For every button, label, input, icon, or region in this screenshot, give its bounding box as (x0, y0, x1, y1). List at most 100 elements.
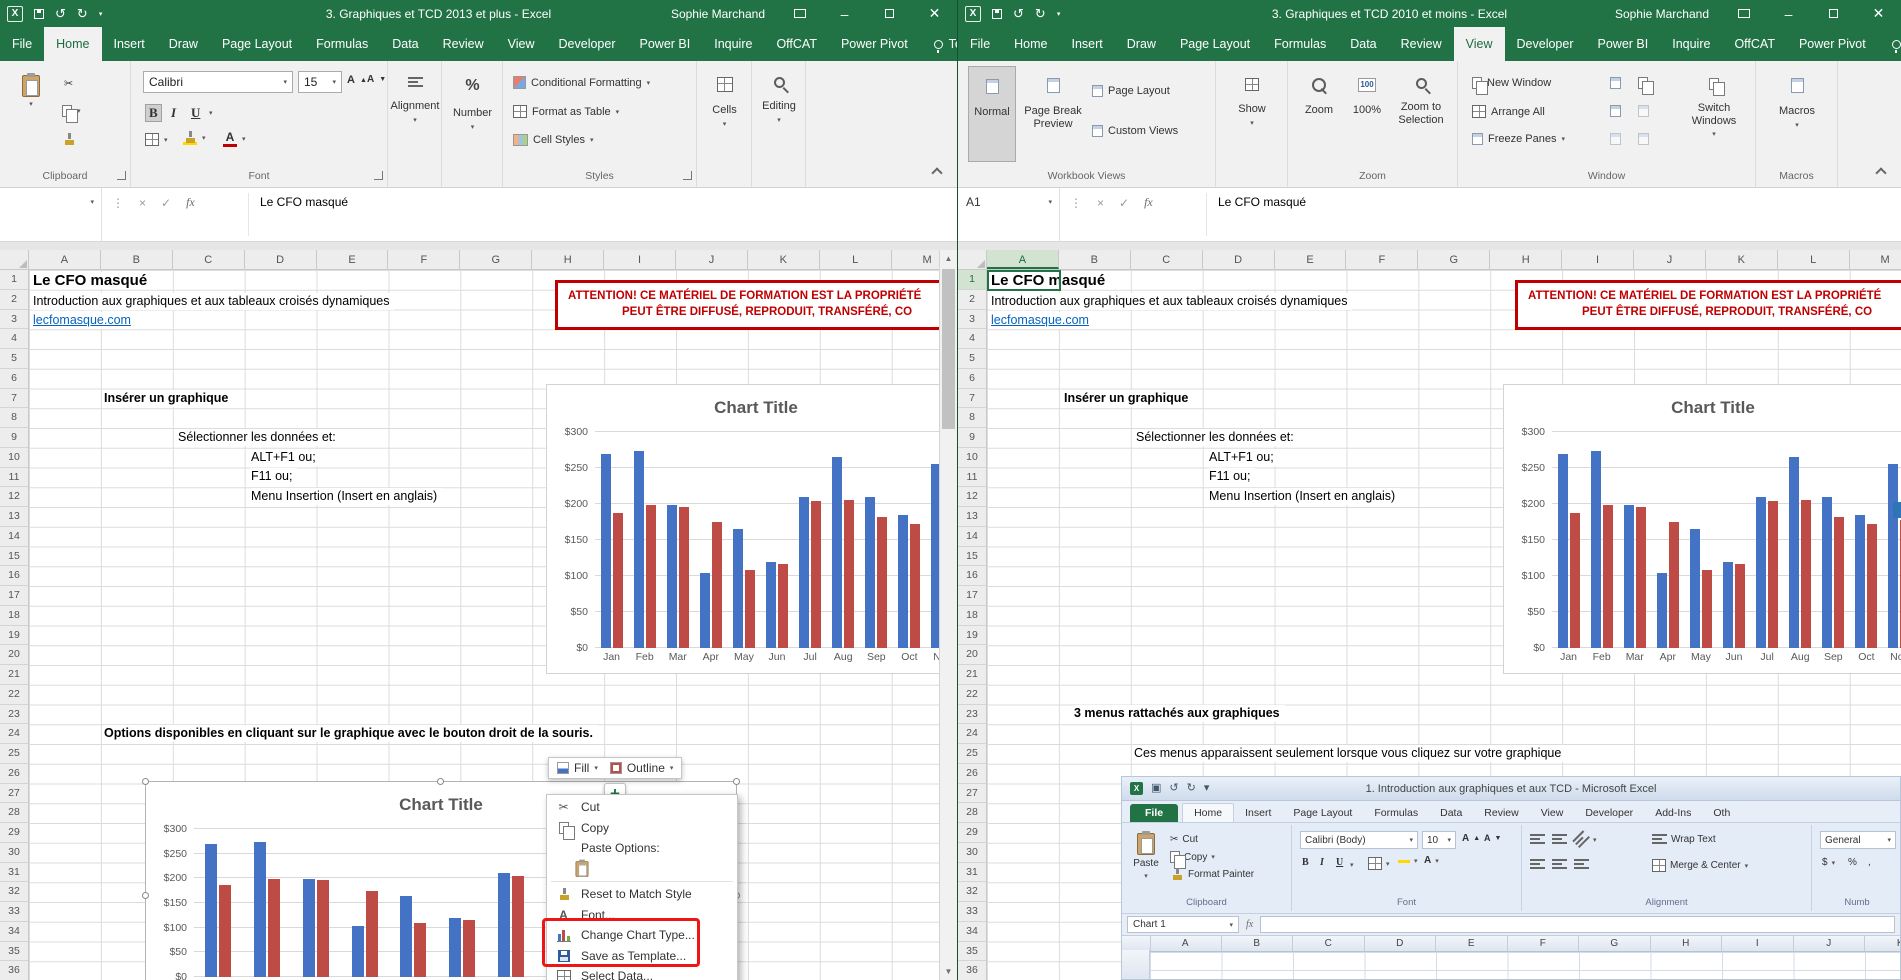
row-header[interactable]: 5 (0, 349, 28, 369)
zoom-100-button[interactable]: 100100% (1344, 66, 1390, 162)
ribbon-tab[interactable]: Developer (1505, 27, 1586, 61)
row-header[interactable]: 30 (958, 843, 986, 863)
hide-button[interactable] (1610, 105, 1621, 117)
menu-item-reset-style[interactable]: Reset to Match Style (547, 884, 737, 905)
bar-series-1[interactable] (1657, 573, 1667, 648)
minimize-button[interactable]: – (1766, 0, 1811, 27)
switch-windows-button[interactable]: Switch Windows▾ (1680, 66, 1748, 162)
row-header[interactable]: 13 (958, 507, 986, 527)
bar-series-2[interactable] (317, 880, 329, 977)
bar-series-1[interactable] (766, 562, 776, 648)
bar-series-1[interactable] (498, 873, 510, 977)
vertical-scrollbar[interactable]: ▲ ▼ (939, 250, 957, 980)
bar-series-1[interactable] (1723, 562, 1733, 648)
close-button[interactable]: ✕ (1856, 0, 1901, 27)
ribbon-tab[interactable]: Inquire (1660, 27, 1722, 61)
ribbon-tab[interactable]: Inquire (702, 27, 764, 61)
format-as-table-button[interactable]: Format as Table▾ (513, 105, 619, 118)
resize-handle[interactable] (142, 892, 149, 899)
bar-series-2[interactable] (1834, 517, 1844, 648)
save-icon[interactable] (34, 9, 44, 19)
bar-series-2[interactable] (1867, 524, 1877, 648)
increase-font-button[interactable]: A▲ (347, 74, 367, 86)
row-header[interactable]: 9 (958, 428, 986, 448)
bar-series-2[interactable] (268, 879, 280, 977)
row-header[interactable]: 36 (958, 961, 986, 980)
row-header[interactable]: 2 (0, 290, 28, 310)
row-header[interactable]: 10 (958, 448, 986, 468)
tell-me-box[interactable]: Tell me (920, 27, 958, 61)
bar-series-1[interactable] (1822, 497, 1832, 648)
column-header[interactable]: J (1634, 250, 1706, 269)
row-header[interactable]: 8 (958, 408, 986, 428)
column-header[interactable]: A (987, 250, 1059, 269)
row-header[interactable]: 6 (0, 369, 28, 389)
qat-customize-icon[interactable]: ▾ (99, 10, 103, 18)
bar-series-2[interactable] (1768, 501, 1778, 648)
column-header[interactable]: M (1850, 250, 1901, 269)
row-header[interactable]: 34 (958, 922, 986, 942)
row-header[interactable]: 16 (0, 566, 28, 586)
alignment-button[interactable]: Alignment▾ (390, 65, 440, 175)
ribbon-tab[interactable]: Developer (547, 27, 628, 61)
redo-icon[interactable]: ↻ (77, 7, 88, 20)
underline-options-icon[interactable]: ▾ (209, 109, 213, 117)
drag-dots-icon[interactable]: ⋮ (112, 196, 124, 210)
row-header[interactable]: 21 (958, 665, 986, 685)
ribbon-tab[interactable]: Data (380, 27, 430, 61)
ribbon-tab[interactable]: Home (1002, 27, 1059, 61)
bar-series-1[interactable] (254, 842, 266, 977)
column-headers[interactable]: ABCDEFGHIJKLM (29, 250, 939, 270)
bar-series-2[interactable] (613, 513, 623, 648)
column-headers[interactable]: ABCDEFGHIJKLM (987, 250, 1901, 270)
user-name[interactable]: Sophie Marchand (1615, 0, 1709, 27)
bar-series-2[interactable] (219, 885, 231, 977)
column-header[interactable]: B (101, 250, 173, 269)
bar-series-2[interactable] (679, 507, 689, 648)
ribbon-display-options-button[interactable] (1721, 0, 1766, 27)
cell-a2[interactable]: Introduction aux graphiques et aux table… (991, 293, 1352, 310)
bar-series-2[interactable] (1735, 564, 1745, 648)
row-header[interactable]: 22 (0, 685, 28, 705)
row-header[interactable]: 7 (0, 389, 28, 409)
format-painter-button[interactable] (62, 133, 76, 146)
row-header[interactable]: 24 (958, 724, 986, 744)
row-header[interactable]: 27 (958, 784, 986, 804)
menu-item-select-data[interactable]: Select Data... (547, 966, 737, 980)
row-header[interactable]: 20 (0, 645, 28, 665)
ribbon-tab[interactable]: Page Layout (210, 27, 304, 61)
row-header[interactable]: 4 (0, 329, 28, 349)
ribbon-display-options-button[interactable] (777, 0, 822, 27)
dialog-launcher-icon[interactable] (374, 171, 383, 180)
resize-handle[interactable] (437, 778, 444, 785)
bar-chart[interactable]: Chart Title$0$50$100$150$200$250$300JanF… (546, 384, 958, 674)
bar-series-2[interactable] (712, 522, 722, 648)
ribbon-tab[interactable]: Home (44, 27, 101, 61)
row-header[interactable]: 21 (0, 665, 28, 685)
column-header[interactable]: D (1203, 250, 1275, 269)
bar-series-2[interactable] (745, 570, 755, 648)
ribbon-tab[interactable]: Insert (102, 27, 157, 61)
cancel-icon[interactable]: × (1097, 196, 1104, 210)
formula-input[interactable]: Le CFO masqué (1218, 195, 1306, 209)
undo-icon[interactable]: ↺ (1013, 7, 1024, 20)
bar-series-1[interactable] (733, 529, 743, 648)
ribbon-tab[interactable]: Review (431, 27, 496, 61)
ribbon-tab[interactable]: Power Pivot (829, 27, 920, 61)
row-header[interactable]: 1 (958, 270, 986, 290)
name-box[interactable]: A1▾ (958, 188, 1060, 241)
row-header[interactable]: 20 (958, 645, 986, 665)
row-header[interactable]: 19 (0, 626, 28, 646)
number-format-button[interactable]: %Number▾ (446, 65, 499, 175)
blue-selection-handle[interactable] (1893, 502, 1901, 518)
ribbon-tab[interactable]: Review (1389, 27, 1454, 61)
row-header[interactable]: 17 (0, 586, 28, 606)
collapse-ribbon-icon[interactable] (931, 167, 942, 178)
italic-button[interactable]: I (171, 105, 176, 121)
row-header[interactable]: 6 (958, 369, 986, 389)
arrange-all-button[interactable]: Arrange All (1472, 105, 1545, 118)
maximize-button[interactable] (867, 0, 912, 27)
user-name[interactable]: Sophie Marchand (671, 0, 765, 27)
bar-series-1[interactable] (1789, 457, 1799, 648)
bar-series-1[interactable] (352, 926, 364, 977)
